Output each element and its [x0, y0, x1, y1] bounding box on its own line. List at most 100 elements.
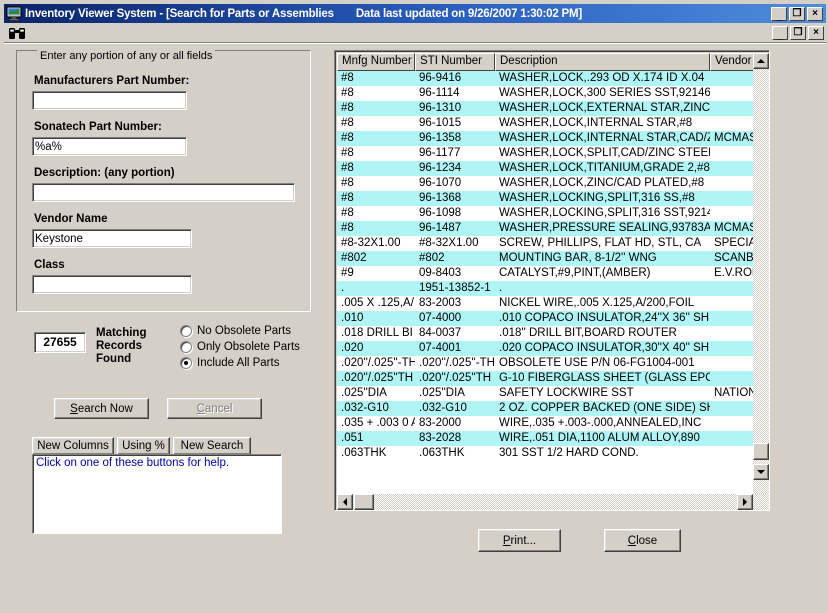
print-button[interactable]: Print... — [478, 529, 561, 552]
table-cell: 96-1177 — [419, 147, 461, 159]
restore-button[interactable]: ❐ — [789, 6, 805, 21]
minimize-button[interactable]: _ — [771, 6, 787, 21]
grid-horizontal-scrollbar[interactable] — [337, 494, 769, 510]
child-minimize-button[interactable]: _ — [772, 25, 788, 40]
close-footer-button[interactable]: Close — [604, 529, 681, 552]
table-cell: G-10 FIBERGLASS SHEET (GLASS EPOX — [499, 372, 710, 384]
table-row[interactable]: #8 96-1015 WASHER,LOCK,INTERNAL STAR,#8 — [337, 116, 769, 131]
child-close-button[interactable]: × — [808, 25, 824, 40]
table-row[interactable]: #8 96-1358 WASHER,LOCK,INTERNAL STAR,CAD/Z… — [337, 131, 769, 146]
table-cell: #8 — [341, 207, 354, 219]
table-row[interactable]: .032-G10 .032-G10 2 OZ. COPPER BACKED (ONE… — [337, 401, 769, 416]
chevron-right-icon — [743, 498, 747, 506]
using-percent-button[interactable]: Using % — [117, 437, 170, 455]
table-cell: .018 DRILL BI — [341, 327, 413, 339]
scroll-right-button[interactable] — [737, 494, 753, 510]
table-row[interactable]: .005 X .125,A/83-2003 NICKEL WIRE,.005 X.… — [337, 296, 769, 311]
table-row[interactable]: .035 + .003 0 A 83-2000 WIRE,.035 +.003-.0… — [337, 416, 769, 431]
table-row[interactable]: .051 83-2028 WIRE,.051 DIA,1100 ALUM ALLOY… — [337, 431, 769, 446]
table-cell: 96-1368 — [419, 192, 462, 204]
table-cell: WASHER,LOCK,TITANIUM,GRADE 2,#8 — [499, 162, 710, 174]
table-cell: WIRE,.051 DIA,1100 ALUM ALLOY,890 — [499, 432, 700, 444]
table-cell: #8 — [341, 177, 354, 189]
table-row[interactable]: #8 96-1487 WASHER,PRESSURE SEALING,93783A0… — [337, 221, 769, 236]
grid-column-header-0[interactable]: Mnfg Number — [337, 53, 415, 71]
grid-column-header-2[interactable]: Description — [495, 53, 710, 71]
table-cell: 2 OZ. COPPER BACKED (ONE SIDE) SH — [499, 402, 710, 414]
new-columns-button[interactable]: New Columns — [32, 437, 114, 455]
search-fields-groupbox: Enter any portion of any or all fields — [16, 50, 311, 312]
table-row[interactable]: #9 09-8403 CATALYST,#9,PINT,(AMBER) E.V.ROE — [337, 266, 769, 281]
table-row[interactable]: #8 96-1114 WASHER,LOCK,300 SERIES SST,9214… — [337, 86, 769, 101]
table-row[interactable]: .010 07-4000 .010 COPACO INSULATOR,24''X 3… — [337, 311, 769, 326]
close-button[interactable]: × — [807, 6, 823, 21]
table-row[interactable]: #8-32X1.00 #8-32X1.00 SCREW, PHILLIPS, FLA… — [337, 236, 769, 251]
vertical-scroll-thumb[interactable] — [753, 443, 769, 460]
grid-column-header-1[interactable]: STI Number — [415, 53, 495, 71]
scroll-left-button[interactable] — [337, 494, 353, 510]
table-row[interactable]: #802 #802 MOUNTING BAR, 8-1/2'' WNG SCANBE — [337, 251, 769, 266]
table-row[interactable]: #8 96-1177 WASHER,LOCK,SPLIT,CAD/ZINC STEE… — [337, 146, 769, 161]
matching-records-label: Matching Records Found — [96, 327, 147, 365]
close-icon: × — [812, 7, 818, 19]
scroll-down-button[interactable] — [753, 464, 769, 480]
groupbox-label: Enter any portion of any or all fields — [37, 50, 216, 62]
table-row[interactable]: #8 96-9416 WASHER,LOCK,.293 OD X.174 ID X.… — [337, 71, 769, 86]
class-input[interactable] — [32, 275, 192, 294]
table-cell: 96-1358 — [419, 132, 462, 144]
close-footer-label: Close — [627, 534, 658, 547]
table-row[interactable]: .020''/.025''TH .020''/.025''TH G-10 FIBER… — [337, 371, 769, 386]
table-cell: .018'' DRILL BIT,BOARD ROUTER — [499, 327, 677, 339]
radio-icon-include-all — [180, 357, 192, 369]
table-cell: 84-0037 — [419, 327, 462, 339]
table-row[interactable]: . 1951-13852-1. — [337, 281, 769, 296]
description-input[interactable] — [32, 183, 295, 202]
table-row[interactable]: #8 96-1098 WASHER,LOCKING,SPLIT,316 SST,92… — [337, 206, 769, 221]
child-restore-button[interactable]: ❐ — [790, 25, 806, 40]
table-row[interactable]: #8 96-1070 WASHER,LOCK,ZINC/CAD PLATED,#8 — [337, 176, 769, 191]
radio-no-obsolete-parts[interactable]: No Obsolete Parts — [180, 325, 291, 337]
binoculars-icon[interactable] — [8, 25, 26, 41]
vendor-name-input[interactable] — [32, 229, 192, 248]
window-subtitle: Data last updated on 9/26/2007 1:30:02 P… — [355, 7, 582, 20]
horizontal-scroll-thumb[interactable] — [354, 494, 374, 510]
table-cell: #8 — [341, 222, 354, 234]
table-row[interactable]: .025''DIA .025''DIA SAFETY LOCKWIRE SST NAT… — [337, 386, 769, 401]
manufacturers-part-number-input[interactable] — [32, 91, 187, 110]
table-cell: 07-4000 — [419, 312, 462, 324]
radio-only-obsolete-parts[interactable]: Only Obsolete Parts — [180, 341, 300, 353]
new-search-button[interactable]: New Search — [173, 437, 251, 455]
table-row[interactable]: #8 96-1310 WASHER,LOCK,EXTERNAL STAR,ZINC,… — [337, 101, 769, 116]
table-cell: .020 — [341, 342, 364, 354]
grid-vertical-scrollbar[interactable] — [753, 53, 769, 496]
monitor-icon — [6, 6, 22, 21]
table-cell: .010 COPACO INSULATOR,24''X 36'' SH — [499, 312, 710, 324]
table-cell: .025''DIA — [419, 387, 465, 399]
table-row[interactable]: .020''/.025''-TH .020''/.025''-TH OBSOLETE… — [337, 356, 769, 371]
table-cell: #8 — [341, 117, 354, 129]
search-now-button[interactable]: Search Now — [54, 398, 149, 419]
table-row[interactable]: .063THK .063THK 301 SST 1/2 HARD COND. — [337, 446, 769, 461]
table-cell: .063THK — [419, 447, 465, 459]
child-restore-icon: ❐ — [793, 26, 803, 38]
table-cell: .063THK — [341, 447, 387, 459]
table-cell: #8-32X1.00 — [419, 237, 479, 249]
scroll-up-button[interactable] — [753, 53, 769, 69]
table-row[interactable]: .020 07-4001 .020 COPACO INSULATOR,30''X 4… — [337, 341, 769, 356]
toolbar-divider — [4, 42, 826, 44]
table-cell: MOUNTING BAR, 8-1/2'' WNG — [499, 252, 657, 264]
table-row[interactable]: #8 96-1234 WASHER,LOCK,TITANIUM,GRADE 2,#8 — [337, 161, 769, 176]
table-row[interactable]: .018 DRILL BI 84-0037 .018'' DRILL BIT,BOA… — [337, 326, 769, 341]
table-cell: . — [499, 282, 503, 294]
radio-include-all-parts[interactable]: Include All Parts — [180, 357, 279, 369]
sonatech-part-number-input[interactable] — [32, 137, 187, 156]
label-sonatech-part-number: Sonatech Part Number: — [34, 121, 162, 133]
table-cell: 301 SST 1/2 HARD COND. — [499, 447, 639, 459]
print-label-rest: rint... — [510, 534, 537, 547]
close-footer-label-rest: lose — [636, 534, 658, 547]
grid-body[interactable]: #8 96-9416 WASHER,LOCK,.293 OD X.174 ID X.… — [337, 71, 769, 496]
table-cell: #8 — [341, 87, 354, 99]
table-cell: WIRE,.035 +.003-.000,ANNEALED,INC — [499, 417, 702, 429]
table-row[interactable]: #8 96-1368 WASHER,LOCKING,SPLIT,316 SS,#8 — [337, 191, 769, 206]
table-cell: .032-G10 — [419, 402, 467, 414]
